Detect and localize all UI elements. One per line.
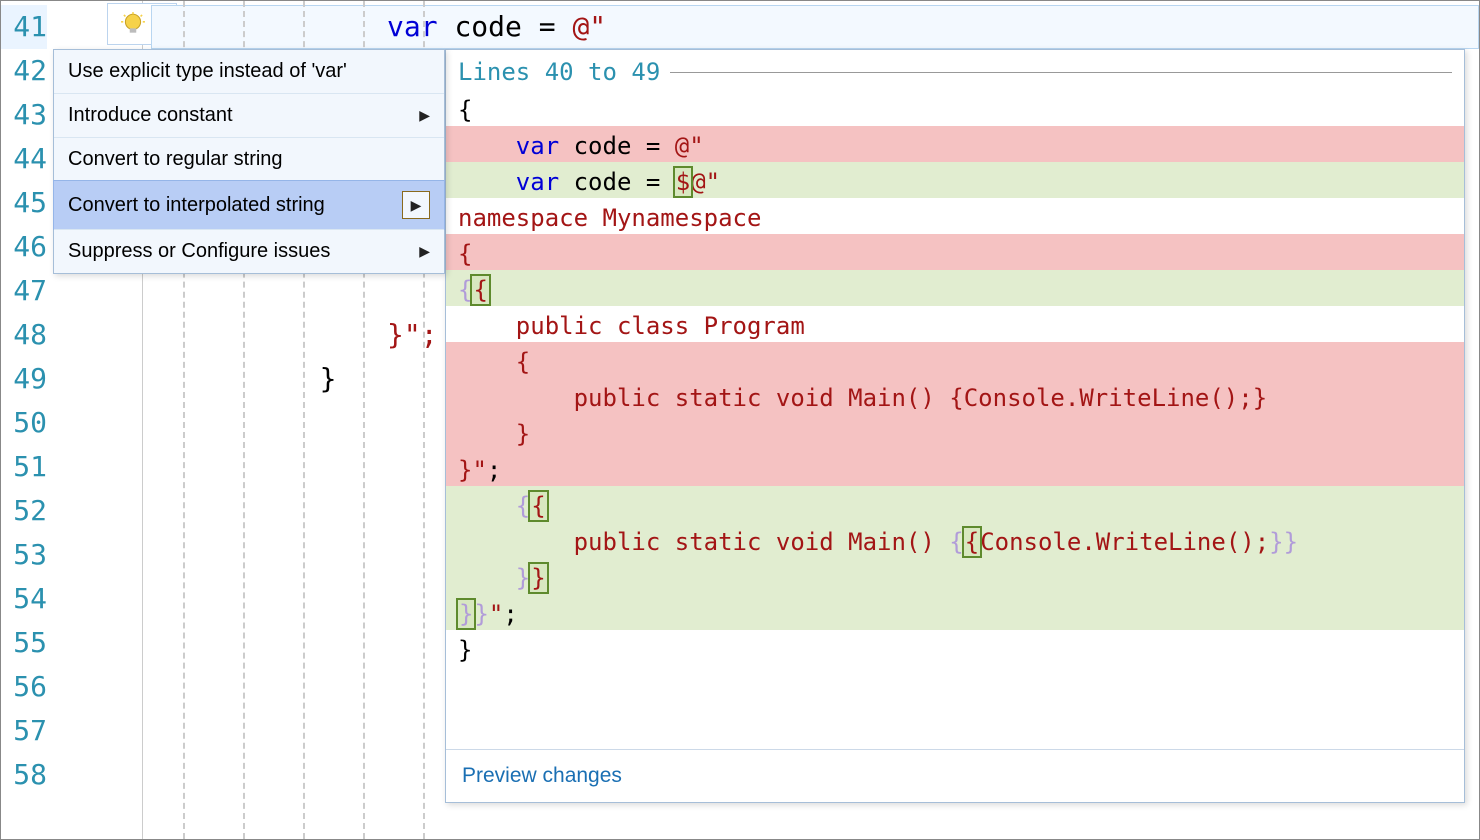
header-divider — [670, 72, 1452, 73]
diff-line: var code = $@" — [446, 162, 1464, 198]
line-number: 52 — [1, 489, 47, 533]
line-number: 47 — [1, 269, 47, 313]
line-number: 58 — [1, 753, 47, 797]
line-number: 44 — [1, 137, 47, 181]
quick-actions-menu: Use explicit type instead of 'var' Introd… — [53, 49, 445, 274]
line-number: 53 — [1, 533, 47, 577]
diff-line: { — [446, 90, 1464, 126]
menu-item[interactable]: Introduce constant ▶ — [54, 93, 444, 137]
diff-line: public static void Main() {Console.Write… — [446, 378, 1464, 414]
line-number: 46 — [1, 225, 47, 269]
chevron-right-icon: ▶ — [402, 191, 430, 219]
diff-line: {{ — [446, 270, 1464, 306]
diff-line: var code = @" — [446, 126, 1464, 162]
menu-item[interactable]: Convert to interpolated string ▶ — [53, 180, 445, 230]
diff-line: { — [446, 234, 1464, 270]
diff-line: { — [446, 342, 1464, 378]
preview-range-label: Lines 40 to 49 — [458, 58, 660, 86]
diff-line: namespace Mynamespace — [446, 198, 1464, 234]
diff-line: public class Program — [446, 306, 1464, 342]
diff-line: } — [446, 414, 1464, 450]
line-number: 51 — [1, 445, 47, 489]
line-number: 49 — [1, 357, 47, 401]
line-number-gutter: 414243444546474849505152535455565758 — [1, 1, 53, 839]
line-number: 54 — [1, 577, 47, 621]
menu-item-label: Use explicit type instead of 'var' — [68, 60, 347, 83]
menu-item[interactable]: Suppress or Configure issues ▶ — [54, 229, 444, 273]
menu-item-label: Introduce constant — [68, 104, 233, 127]
line-number: 42 — [1, 49, 47, 93]
preview-panel: Lines 40 to 49 { var code = @" var code … — [445, 49, 1465, 803]
line-number: 43 — [1, 93, 47, 137]
menu-item-label: Convert to interpolated string — [68, 194, 325, 217]
chevron-right-icon: ▶ — [419, 107, 430, 124]
line-number: 55 — [1, 621, 47, 665]
chevron-right-icon: ▶ — [419, 243, 430, 260]
preview-changes-link[interactable]: Preview changes — [446, 749, 1464, 802]
line-number: 41 — [1, 5, 47, 49]
diff-line: }} — [446, 558, 1464, 594]
menu-item-label: Suppress or Configure issues — [68, 240, 330, 263]
line-number: 57 — [1, 709, 47, 753]
preview-header: Lines 40 to 49 — [446, 50, 1464, 90]
line-number: 45 — [1, 181, 47, 225]
line-number: 48 — [1, 313, 47, 357]
diff-line: } — [446, 630, 1464, 666]
diff-body: { var code = @" var code = $@"namespace … — [446, 90, 1464, 749]
diff-line: }"; — [446, 450, 1464, 486]
code-line-41[interactable]: var code = @" — [151, 5, 1479, 49]
editor-area: 414243444546474849505152535455565758 ▼ −… — [1, 1, 1479, 839]
menu-item-label: Convert to regular string — [68, 148, 283, 171]
line-number: 50 — [1, 401, 47, 445]
diff-line: }}"; — [446, 594, 1464, 630]
line-number: 56 — [1, 665, 47, 709]
menu-item[interactable]: Use explicit type instead of 'var' — [54, 50, 444, 93]
diff-line: public static void Main() {{Console.Writ… — [446, 522, 1464, 558]
menu-item[interactable]: Convert to regular string — [54, 137, 444, 181]
diff-line: {{ — [446, 486, 1464, 522]
